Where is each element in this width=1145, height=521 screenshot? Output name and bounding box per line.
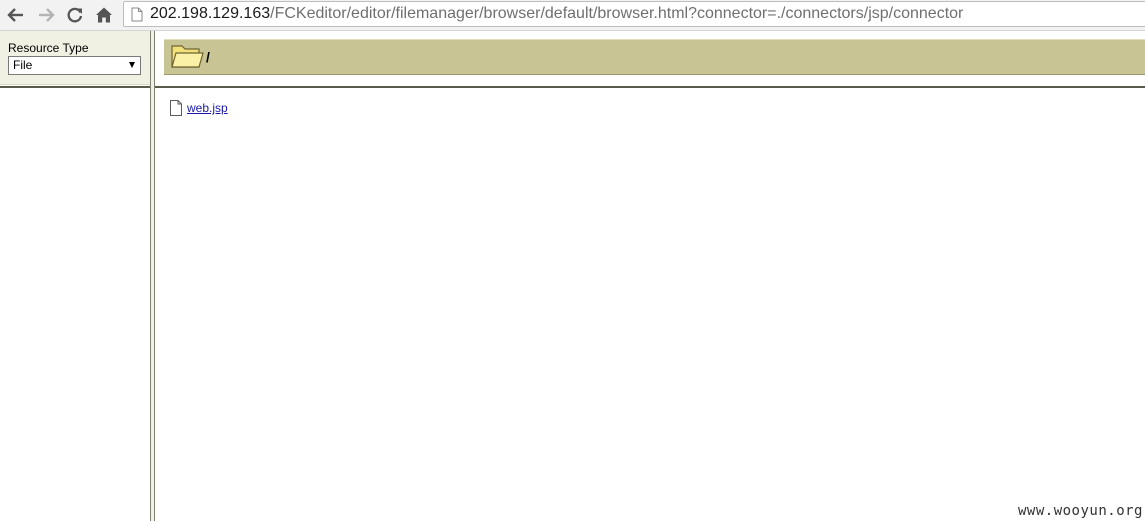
left-divider <box>0 86 150 88</box>
forward-arrow-icon <box>39 8 55 22</box>
back-button[interactable] <box>5 4 27 26</box>
browser-toolbar: 202.198.129.163/FCKeditor/editor/fileman… <box>0 0 1145 31</box>
watermark: www.wooyun.org <box>1017 503 1143 519</box>
back-arrow-icon <box>7 8 23 22</box>
resource-type-panel: Resource Type File <box>0 31 150 85</box>
file-icon <box>170 100 182 116</box>
current-folder-bar: / <box>164 39 1145 75</box>
resource-type-select[interactable]: File <box>8 56 141 75</box>
resource-type-label: Resource Type <box>8 41 89 55</box>
reload-icon <box>67 7 83 23</box>
resource-type-frame: Resource Type File <box>0 31 150 521</box>
url-text: 202.198.129.163/FCKeditor/editor/fileman… <box>150 2 963 26</box>
resource-type-selected-value: File <box>13 58 33 72</box>
file-browser-frame: / web.jsp <box>155 31 1145 521</box>
reload-button[interactable] <box>64 4 86 26</box>
page-icon <box>131 7 143 22</box>
file-link[interactable]: web.jsp <box>187 101 228 115</box>
current-folder-path: / <box>206 49 210 65</box>
home-button[interactable] <box>93 4 115 26</box>
folder-open-icon <box>171 45 204 68</box>
forward-button[interactable] <box>35 4 57 26</box>
url-host: 202.198.129.163 <box>150 5 271 22</box>
home-icon <box>96 7 112 23</box>
address-bar[interactable]: 202.198.129.163/FCKeditor/editor/fileman… <box>123 1 1145 27</box>
right-divider <box>155 86 1145 88</box>
url-path: /FCKeditor/editor/filemanager/browser/de… <box>270 5 964 22</box>
chevron-down-icon <box>129 62 135 68</box>
